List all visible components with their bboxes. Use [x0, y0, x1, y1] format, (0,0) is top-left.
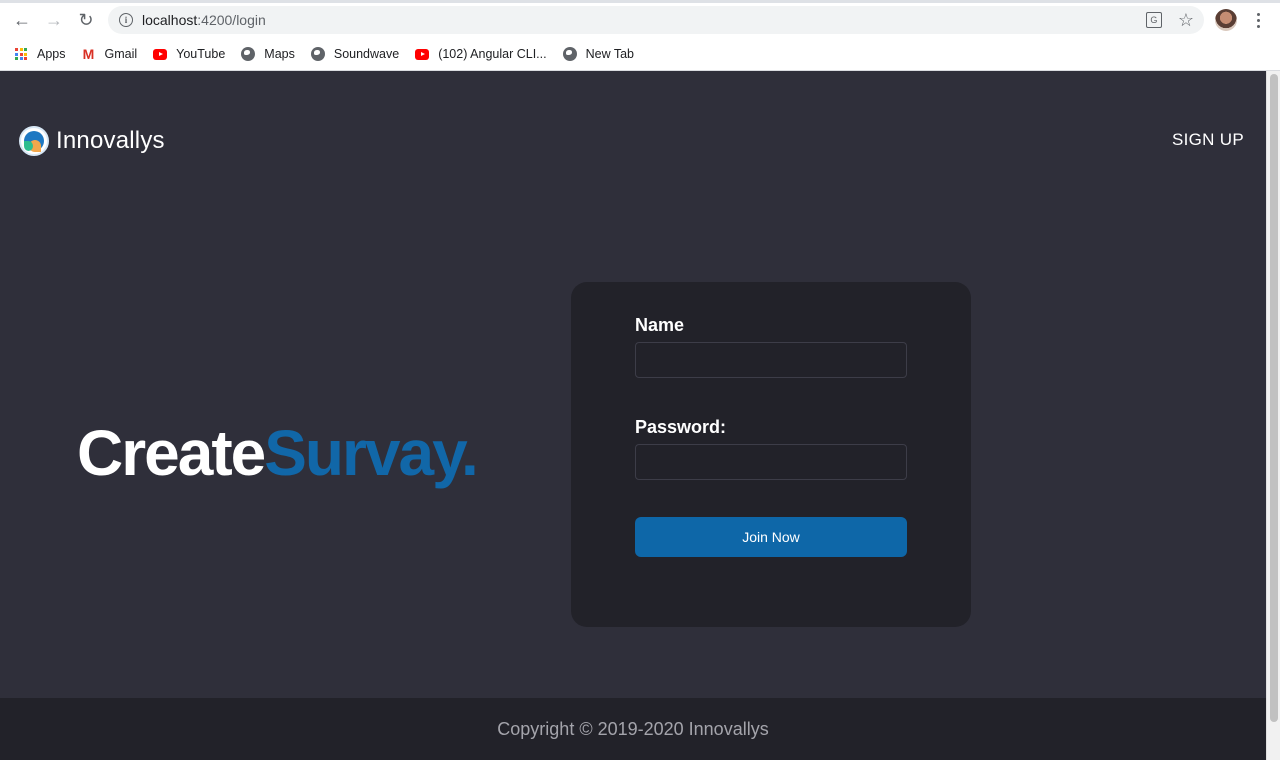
- back-arrow-icon[interactable]: ←: [10, 8, 34, 32]
- globe-icon: [562, 47, 577, 61]
- innovallys-logo-icon: [19, 126, 49, 156]
- join-now-button[interactable]: Join Now: [635, 517, 907, 557]
- url-path: :4200/login: [197, 12, 266, 28]
- url-text[interactable]: localhost:4200/login: [142, 12, 266, 28]
- address-bar[interactable]: i localhost:4200/login G ☆: [108, 6, 1204, 34]
- bookmark-soundwave[interactable]: Soundwave: [310, 47, 400, 61]
- globe-icon: [241, 47, 256, 61]
- youtube-icon: [153, 47, 168, 61]
- bookmark-new-tab[interactable]: New Tab: [562, 47, 635, 61]
- login-page: Innovallys SIGN UP CreateSurvay. Name Pa…: [0, 71, 1266, 760]
- hero-word-create: Create: [77, 417, 266, 489]
- browser-chrome: ← → ↻ i localhost:4200/login G ☆ Apps M …: [0, 0, 1280, 71]
- bookmark-label: New Tab: [585, 47, 635, 61]
- password-label: Password:: [635, 417, 727, 437]
- page-scrollbar[interactable]: [1266, 71, 1280, 760]
- bookmark-label: Maps: [264, 47, 295, 61]
- footer: Copyright © 2019-2020 Innovallys: [0, 698, 1266, 760]
- gmail-icon: M: [82, 46, 95, 62]
- password-input[interactable]: [635, 444, 907, 480]
- url-host: localhost: [142, 12, 198, 28]
- bookmarks-bar: Apps M Gmail YouTube Maps Soundwave (102…: [0, 42, 636, 66]
- brand[interactable]: Innovallys: [19, 126, 165, 156]
- scrollbar-thumb[interactable]: [1270, 74, 1278, 722]
- globe-icon: [310, 47, 325, 61]
- name-input[interactable]: [635, 342, 907, 378]
- bookmark-gmail[interactable]: M Gmail: [82, 46, 138, 62]
- tab-strip-edge: [0, 0, 1280, 3]
- bookmark-angular-cli[interactable]: (102) Angular CLI...: [415, 47, 547, 61]
- bookmark-youtube[interactable]: YouTube: [153, 47, 225, 61]
- bookmark-star-icon[interactable]: ☆: [1178, 10, 1194, 30]
- translate-icon[interactable]: G: [1145, 12, 1162, 28]
- bookmark-label: Gmail: [104, 47, 138, 61]
- bookmark-label: Apps: [37, 47, 66, 61]
- forward-arrow-icon[interactable]: →: [42, 8, 66, 32]
- profile-avatar[interactable]: [1215, 9, 1237, 31]
- name-label: Name: [635, 315, 685, 335]
- login-card: Name Password: Join Now: [571, 282, 971, 627]
- site-info-icon[interactable]: i: [119, 13, 133, 27]
- address-bar-actions: G ☆: [1145, 10, 1194, 30]
- hero-word-survay: Survay.: [264, 417, 478, 489]
- brand-name: Innovallys: [56, 127, 165, 154]
- copyright-text: Copyright © 2019-2020 Innovallys: [497, 718, 769, 739]
- reload-icon[interactable]: ↻: [74, 8, 98, 32]
- bookmark-apps[interactable]: Apps: [14, 47, 66, 61]
- signup-link[interactable]: SIGN UP: [1172, 130, 1244, 150]
- hero-title: CreateSurvay.: [77, 416, 479, 490]
- bookmark-label: Soundwave: [333, 47, 400, 61]
- apps-grid-icon: [14, 47, 28, 61]
- youtube-icon: [415, 47, 430, 61]
- bookmark-label: YouTube: [176, 47, 226, 61]
- browser-menu-icon[interactable]: [1252, 9, 1264, 31]
- bookmark-maps[interactable]: Maps: [241, 47, 295, 61]
- bookmark-label: (102) Angular CLI...: [438, 47, 547, 61]
